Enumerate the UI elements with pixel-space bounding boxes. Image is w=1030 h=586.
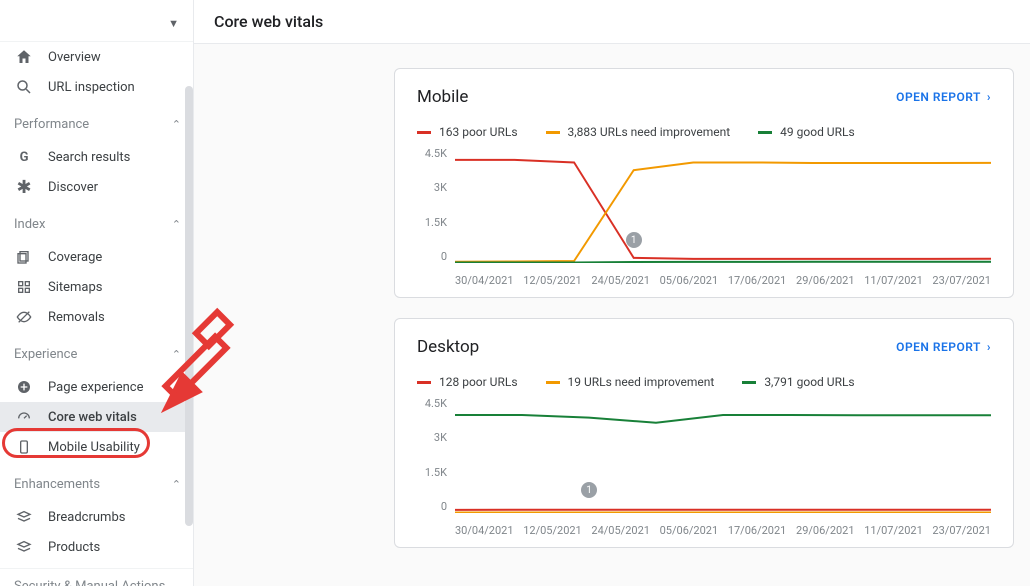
legend-label: 128 poor URLs	[439, 375, 518, 389]
sidebar-item-overview[interactable]: Overview	[0, 42, 193, 72]
stack-icon	[14, 507, 34, 527]
legend-item-good: 3,791 good URLs	[742, 375, 854, 389]
section-title: Performance	[14, 117, 89, 132]
sidebar-item-label: Mobile Usability	[48, 440, 140, 455]
sitemap-icon	[14, 277, 34, 297]
home-icon	[14, 47, 34, 67]
legend-item-poor: 128 poor URLs	[417, 375, 518, 389]
sidebar-section-security[interactable]: Security & Manual Actions ⌄	[0, 568, 193, 586]
chevron-down-icon: ▼	[168, 17, 179, 30]
card-desktop: Desktop OPEN REPORT › 128 poor URLs 19 U…	[394, 318, 1014, 548]
main: Core web vitals Mobile OPEN REPORT › 163…	[194, 0, 1030, 586]
card-mobile: Mobile OPEN REPORT › 163 poor URLs 3,883…	[394, 68, 1014, 298]
legend-item-good: 49 good URLs	[758, 125, 854, 139]
chart-desktop: 4.5K3K1.5K0 1 30/04/202112/05/202124/05/…	[417, 397, 991, 537]
legend-item-poor: 163 poor URLs	[417, 125, 518, 139]
sidebar-section-experience[interactable]: Experience ⌃	[0, 336, 193, 372]
sidebar-item-label: Sitemaps	[48, 280, 103, 295]
legend-label: 163 poor URLs	[439, 125, 518, 139]
asterisk-icon: ✱	[14, 177, 34, 197]
sidebar-item-label: Breadcrumbs	[48, 510, 125, 525]
sidebar-item-label: Discover	[48, 180, 98, 195]
sidebar-item-label: Overview	[48, 50, 101, 65]
plus-circle-icon	[14, 377, 34, 397]
x-axis: 30/04/202112/05/202124/05/202105/06/2021…	[455, 274, 991, 287]
sidebar-item-label: Coverage	[48, 250, 102, 265]
chart-annotation-marker[interactable]: 1	[581, 482, 597, 498]
pages-icon	[14, 247, 34, 267]
sidebar-item-removals[interactable]: Removals	[0, 302, 193, 332]
plot-area: 1	[455, 147, 991, 263]
content: Mobile OPEN REPORT › 163 poor URLs 3,883…	[194, 44, 1030, 586]
chevron-down-icon: ⌄	[172, 580, 181, 586]
legend: 163 poor URLs 3,883 URLs need improvemen…	[417, 125, 991, 139]
section-title: Enhancements	[14, 477, 100, 492]
chart-annotation-marker[interactable]: 1	[626, 232, 642, 248]
chevron-up-icon: ⌃	[172, 118, 181, 131]
section-title: Experience	[14, 347, 77, 362]
sidebar-section-enhancements[interactable]: Enhancements ⌃	[0, 466, 193, 502]
legend: 128 poor URLs 19 URLs need improvement 3…	[417, 375, 991, 389]
sidebar-section-performance[interactable]: Performance ⌃	[0, 106, 193, 142]
chevron-up-icon: ⌃	[172, 218, 181, 231]
legend-label: 19 URLs need improvement	[568, 375, 715, 389]
sidebar-item-label: Core web vitals	[48, 410, 137, 425]
open-report-label: OPEN REPORT	[896, 340, 981, 354]
sidebar-item-sitemaps[interactable]: Sitemaps	[0, 272, 193, 302]
sidebar-scroll: Overview URL inspection Performance ⌃ G …	[0, 42, 193, 586]
legend-label: 3,791 good URLs	[764, 375, 854, 389]
search-icon	[14, 77, 34, 97]
sidebar-item-label: Page experience	[48, 380, 144, 395]
chart-mobile: 4.5K3K1.5K0 1 30/04/202112/05/202124/05/…	[417, 147, 991, 287]
sidebar-item-url-inspection[interactable]: URL inspection	[0, 72, 193, 102]
open-report-label: OPEN REPORT	[896, 90, 981, 104]
y-axis: 4.5K3K1.5K0	[417, 147, 453, 263]
sidebar: ▼ Overview URL inspection Performance ⌃	[0, 0, 194, 586]
sidebar-item-discover[interactable]: ✱ Discover	[0, 172, 193, 202]
sidebar-item-mobile-usability[interactable]: Mobile Usability	[0, 432, 193, 462]
open-report-button[interactable]: OPEN REPORT ›	[896, 340, 991, 354]
open-report-button[interactable]: OPEN REPORT ›	[896, 90, 991, 104]
google-g-icon: G	[14, 147, 34, 167]
sidebar-item-label: URL inspection	[48, 80, 135, 95]
sidebar-item-search-results[interactable]: G Search results	[0, 142, 193, 172]
chevron-right-icon: ›	[987, 90, 991, 104]
y-axis: 4.5K3K1.5K0	[417, 397, 453, 513]
sidebar-item-label: Search results	[48, 150, 130, 165]
eye-off-icon	[14, 307, 34, 327]
sidebar-item-breadcrumbs[interactable]: Breadcrumbs	[0, 502, 193, 532]
chevron-right-icon: ›	[987, 340, 991, 354]
section-title: Index	[14, 217, 45, 232]
card-title: Mobile	[417, 87, 468, 107]
legend-label: 3,883 URLs need improvement	[568, 125, 731, 139]
sidebar-item-label: Products	[48, 540, 100, 555]
property-selector[interactable]: ▼	[0, 6, 193, 42]
section-title: Security & Manual Actions	[14, 579, 165, 586]
x-axis: 30/04/202112/05/202124/05/202105/06/2021…	[455, 524, 991, 537]
sidebar-item-core-web-vitals[interactable]: Core web vitals	[0, 402, 193, 432]
page-title: Core web vitals	[214, 12, 323, 31]
speed-icon	[14, 407, 34, 427]
card-title: Desktop	[417, 337, 479, 357]
topbar: Core web vitals	[194, 0, 1030, 44]
sidebar-item-products[interactable]: Products	[0, 532, 193, 562]
sidebar-item-coverage[interactable]: Coverage	[0, 242, 193, 272]
sidebar-section-index[interactable]: Index ⌃	[0, 206, 193, 242]
legend-item-needs-improvement: 3,883 URLs need improvement	[546, 125, 731, 139]
phone-icon	[14, 437, 34, 457]
chevron-up-icon: ⌃	[172, 478, 181, 491]
sidebar-item-label: Removals	[48, 310, 105, 325]
chevron-up-icon: ⌃	[172, 348, 181, 361]
legend-label: 49 good URLs	[780, 125, 854, 139]
legend-item-needs-improvement: 19 URLs need improvement	[546, 375, 715, 389]
plot-area: 1	[455, 397, 991, 513]
scrollbar[interactable]	[185, 86, 193, 526]
stack-icon	[14, 537, 34, 557]
sidebar-item-page-experience[interactable]: Page experience	[0, 372, 193, 402]
